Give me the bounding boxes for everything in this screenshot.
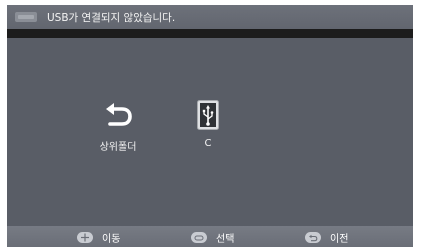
hint-back: 이전 <box>305 230 348 245</box>
file-browser: 상위폴더 C <box>7 38 413 226</box>
return-arrow-icon <box>103 100 133 130</box>
parent-folder-label: 상위폴더 <box>99 142 137 153</box>
usb-drive-label: C <box>204 138 212 149</box>
hint-select-label: 선택 <box>216 234 235 245</box>
hint-move-label: 이동 <box>102 234 121 245</box>
ok-button-icon <box>191 232 207 243</box>
hint-back-label: 이전 <box>330 234 349 245</box>
usb-drive-item[interactable]: C <box>173 100 243 149</box>
back-button-icon <box>305 232 321 243</box>
bottom-hint-bar: 이동 선택 이전 <box>7 226 413 247</box>
usb-drive-icon <box>193 100 223 130</box>
tv-screen: USB가 연결되지 않았습니다. 상위폴더 C 이동 선택 이전 <box>7 5 413 247</box>
dpad-icon <box>77 232 93 243</box>
source-badge-icon <box>15 12 37 22</box>
top-bar: USB가 연결되지 않았습니다. <box>7 5 413 29</box>
hint-move: 이동 <box>77 230 120 245</box>
divider-strip <box>7 29 413 38</box>
status-message: USB가 연결되지 않았습니다. <box>47 11 176 24</box>
parent-folder-item[interactable]: 상위폴더 <box>83 100 153 153</box>
hint-select: 선택 <box>191 230 234 245</box>
